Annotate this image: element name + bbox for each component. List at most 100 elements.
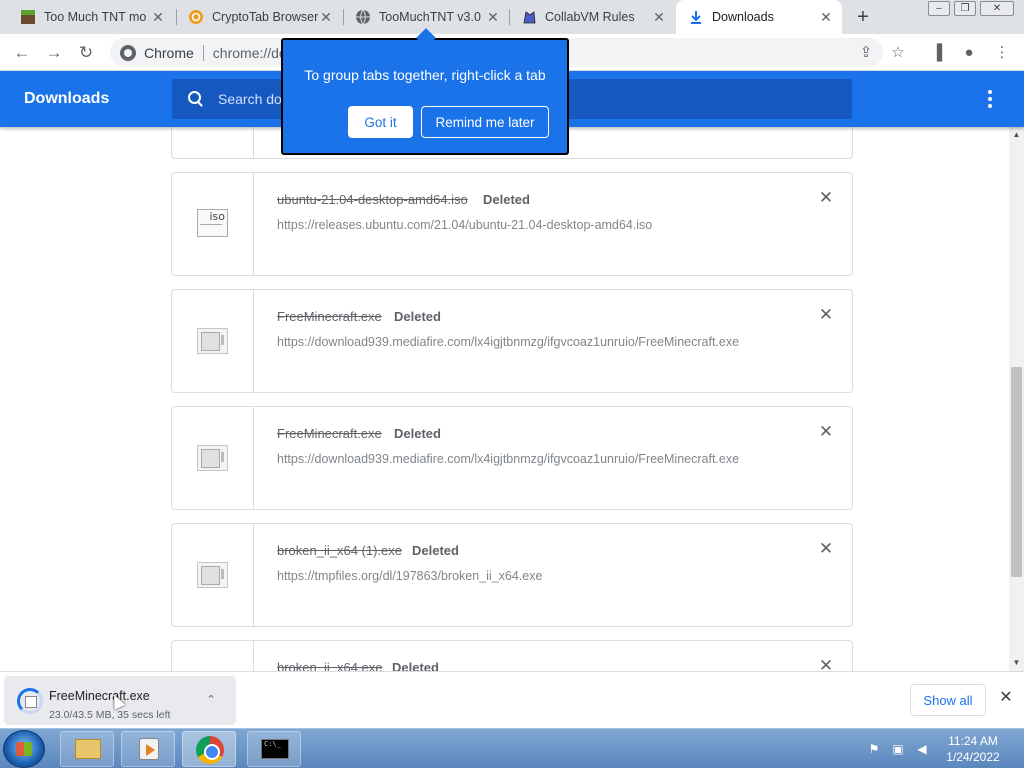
search-icon (188, 91, 204, 107)
media-player-icon (139, 738, 159, 760)
icon-column (172, 127, 254, 158)
source-url-link[interactable]: https://download939.mediafire.com/lx4igj… (277, 335, 739, 349)
download-icon (688, 9, 704, 25)
side-panel-icon[interactable]: ▐ (927, 43, 947, 63)
taskbar-chrome[interactable] (182, 731, 236, 767)
promo-text: To group tabs together, right-click a ta… (304, 67, 546, 83)
tab-collabvm[interactable]: CollabVM Rules ✕ (509, 0, 675, 34)
download-shelf: FreeMinecraft.exe 23.0/43.5 MB, 35 secs … (0, 671, 1024, 728)
clock-date: 1/24/2022 (946, 750, 1000, 764)
window-close-button[interactable]: ✕ (980, 1, 1014, 16)
scroll-down-arrow-icon[interactable]: ▼ (1009, 657, 1024, 669)
back-button[interactable]: ← (10, 41, 34, 65)
tab-groups-promo-bubble: To group tabs together, right-click a ta… (281, 38, 569, 155)
remove-from-list-icon[interactable]: ✕ (818, 423, 834, 440)
more-actions-icon[interactable] (986, 87, 994, 111)
new-tab-button[interactable]: + (852, 6, 874, 28)
shelf-download-status: 23.0/43.5 MB, 35 secs left (49, 709, 171, 721)
chevron-up-icon[interactable]: ⌃ (204, 693, 218, 707)
icon-column (172, 641, 254, 671)
collabvm-icon (521, 9, 537, 25)
windows-taskbar: C:\_ ⚑ ▣ ◀ 11:24 AM 1/24/2022 (0, 728, 1024, 768)
download-status: Deleted (483, 192, 530, 207)
download-card: broken_ii_x64 (1).exe Deleted https://tm… (171, 523, 853, 627)
download-status: Deleted (392, 660, 439, 671)
downloads-list: iso ubuntu-21.04-desktop-amd64.iso Delet… (0, 127, 1024, 671)
restore-button[interactable]: ❐ (954, 1, 976, 16)
reload-button[interactable]: ↻ (74, 41, 98, 65)
omnibox-divider (202, 44, 204, 61)
taskbar-command-prompt[interactable]: C:\_ (247, 731, 301, 767)
tab-title: Downloads (712, 10, 774, 24)
close-icon[interactable]: ✕ (818, 9, 834, 25)
omnibox-origin: Chrome (144, 44, 194, 61)
iso-file-icon: iso (197, 209, 228, 237)
tab-cryptotab[interactable]: CryptoTab Browser ✕ (176, 0, 342, 34)
icon-column (172, 290, 254, 392)
close-icon[interactable]: ✕ (318, 9, 334, 25)
icon-column (172, 407, 254, 509)
minimize-button[interactable]: – (928, 1, 950, 16)
forward-button[interactable]: → (42, 41, 66, 65)
exe-file-icon (197, 562, 228, 588)
menu-icon[interactable]: ⋮ (992, 43, 1012, 63)
bookmark-star-icon[interactable]: ☆ (888, 43, 908, 63)
remove-from-list-icon[interactable]: ✕ (818, 189, 834, 206)
omnibox-url: chrome://do (212, 44, 287, 61)
network-icon[interactable]: ▣ (890, 741, 906, 757)
volume-icon[interactable]: ◀ (914, 741, 930, 757)
remove-from-list-icon[interactable]: ✕ (818, 540, 834, 557)
source-url-link[interactable]: https://download939.mediafire.com/lx4igj… (277, 452, 739, 466)
system-clock[interactable]: 11:24 AM 1/24/2022 (940, 733, 1006, 765)
chrome-icon (120, 44, 136, 61)
tab-too-much-tnt[interactable]: Too Much TNT mo ✕ (8, 0, 174, 34)
clock-time: 11:24 AM (948, 734, 998, 748)
file-name-link[interactable]: broken_ii_x64 (1).exe (277, 543, 402, 558)
close-icon[interactable]: ✕ (150, 9, 166, 25)
show-all-button[interactable]: Show all (910, 684, 986, 716)
close-icon[interactable]: ✕ (651, 9, 667, 25)
globe-icon (355, 9, 371, 25)
file-name-link[interactable]: broken_ii_x64.exe (277, 660, 383, 671)
source-url-link[interactable]: https://tmpfiles.org/dl/197863/broken_ii… (277, 569, 542, 583)
scrollbar-thumb[interactable] (1011, 367, 1022, 577)
exe-file-icon (197, 328, 228, 354)
download-card: broken_ii_x64.exe Deleted ✕ (171, 640, 853, 671)
profile-avatar-icon[interactable]: ● (959, 43, 979, 63)
scroll-up-arrow-icon[interactable]: ▲ (1009, 129, 1024, 141)
file-name-link[interactable]: ubuntu-21.04-desktop-amd64.iso (277, 192, 468, 207)
tab-title: CryptoTab Browser (212, 10, 318, 24)
download-card: FreeMinecraft.exe Deleted https://downlo… (171, 289, 853, 393)
remove-from-list-icon[interactable]: ✕ (818, 657, 834, 671)
tab-title: CollabVM Rules (545, 10, 635, 24)
tab-downloads[interactable]: Downloads ✕ (676, 0, 842, 34)
file-name-link[interactable]: FreeMinecraft.exe (277, 309, 382, 324)
remind-later-button[interactable]: Remind me later (421, 106, 549, 138)
download-card: FreeMinecraft.exe Deleted https://downlo… (171, 406, 853, 510)
exe-file-icon (197, 445, 228, 471)
tab-title: TooMuchTNT v3.0 (379, 10, 481, 24)
taskbar-explorer[interactable] (60, 731, 114, 767)
download-status: Deleted (394, 426, 441, 441)
close-shelf-icon[interactable]: ✕ (998, 690, 1014, 706)
icon-column (172, 524, 254, 626)
tab-title: Too Much TNT mo (44, 10, 147, 24)
download-progress-icon (17, 688, 43, 714)
remove-from-list-icon[interactable]: ✕ (818, 306, 834, 323)
share-icon[interactable]: ⇪ (856, 43, 876, 63)
got-it-button[interactable]: Got it (348, 106, 413, 138)
file-name-link[interactable]: FreeMinecraft.exe (277, 426, 382, 441)
shelf-download-item[interactable]: FreeMinecraft.exe 23.0/43.5 MB, 35 secs … (4, 676, 236, 725)
scrollbar[interactable]: ▲ ▼ (1009, 127, 1024, 671)
taskbar-media-player[interactable] (121, 731, 175, 767)
icon-column: iso (172, 173, 254, 275)
chrome-icon (196, 736, 224, 764)
download-status: Deleted (412, 543, 459, 558)
cryptotab-icon (188, 9, 204, 25)
action-center-icon[interactable]: ⚑ (866, 741, 882, 757)
minecraft-icon (20, 9, 36, 25)
start-button[interactable] (3, 730, 45, 768)
source-url-link[interactable]: https://releases.ubuntu.com/21.04/ubuntu… (277, 218, 652, 232)
shelf-file-name: FreeMinecraft.exe (49, 689, 150, 703)
close-icon[interactable]: ✕ (485, 9, 501, 25)
